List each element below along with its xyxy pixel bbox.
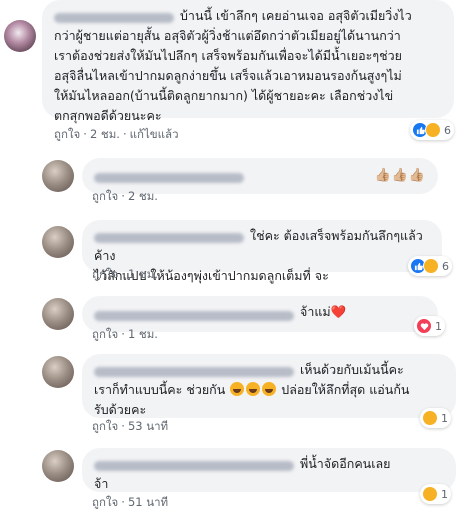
reaction-summary[interactable]: 6 [408,256,452,276]
avatar[interactable] [42,226,74,258]
reaction-summary[interactable]: 1 [420,408,451,428]
reaction-count: 1 [441,487,448,501]
comment-text: บ้านนี้ เข้าลึกๆ เคยอ่านเจอ อสุจิตัวเมีย… [54,8,412,123]
like-link[interactable]: ถูกใจ [92,267,118,281]
comment-actions: ถูกใจ · 2 ชม. [92,188,158,204]
reaction-summary[interactable]: 1 [420,484,451,504]
like-link[interactable]: ถูกใจ [92,495,118,509]
comment-actions: ถูกใจ · 1 ชม. [92,326,158,342]
comment-bubble: เห็นด้วยกับเม้นนี้คะ เราก็ทำแบบนี้คะ ช่ว… [82,354,456,418]
wow-reaction-icon [425,122,441,138]
comment-actions: ถูกใจ · 51 นาที [92,494,168,510]
author-name[interactable] [94,232,244,243]
avatar[interactable] [42,450,74,482]
comment-text: 👍🏼👍🏼👍🏼 [374,168,426,183]
timestamp[interactable]: 53 นาที [128,419,168,433]
separator: · [121,267,125,281]
author-name[interactable] [54,12,174,23]
timestamp[interactable]: 1 ชม. [128,327,158,341]
love-reaction-icon [416,318,432,334]
haha-reaction-icon [422,410,438,426]
comment-thread: บ้านนี้ เข้าลึกๆ เคยอ่านเจอ อสุจิตัวเมีย… [0,0,469,511]
author-name[interactable] [94,460,294,471]
laughing-emoji-icon [230,382,245,396]
reaction-count: 6 [444,123,451,137]
timestamp[interactable]: 1 ชม. [128,267,158,281]
like-link[interactable]: ถูกใจ [92,327,118,341]
wow-reaction-icon [423,258,439,274]
comment-text-line1: เห็นด้วยกับเม้นนี้คะ [300,362,404,377]
comment-text-line4: รับด้วยคะ [94,402,147,417]
comment-bubble: บ้านนี้ เข้าลึกๆ เคยอ่านเจอ อสุจิตัวเมีย… [42,0,454,123]
comment-bubble: ใช่คะ ต้องเสร็จพร้อมกันลึกๆแล้วค้าง ไว้ส… [82,220,442,283]
comment-text-line2: จ้า [94,476,109,491]
reaction-summary[interactable]: 1 [414,316,445,336]
separator: · [121,327,125,341]
comment-actions: ถูกใจ · 1 ชม. [92,266,158,282]
author-name[interactable] [94,172,244,183]
laughing-emoji-icon [246,382,261,396]
reaction-count: 1 [435,319,442,333]
reaction-count: 1 [441,411,448,425]
separator: · [83,127,87,141]
timestamp[interactable]: 2 ชม. [90,127,120,141]
separator: · [121,495,125,509]
avatar[interactable] [42,356,74,388]
timestamp[interactable]: 51 นาที [128,495,168,509]
comment-text-line1: พี่น้ำจัดอีกคนเลย [300,456,391,471]
comment-actions: ถูกใจ · 2 ชม. · แก้ไขแล้ว [54,126,179,142]
separator: · [121,189,125,203]
separator: · [121,419,125,433]
avatar[interactable] [42,298,74,330]
reaction-summary[interactable]: 6 [410,120,454,140]
edited-label[interactable]: แก้ไขแล้ว [130,127,179,141]
comment-text-line3: ปล่อยให้ลึกที่สุด แอ่นก้น [281,382,410,397]
haha-reaction-icon [422,486,438,502]
author-name[interactable] [94,310,294,321]
like-link[interactable]: ถูกใจ [92,419,118,433]
comment-actions: ถูกใจ · 53 นาที [92,418,168,434]
like-link[interactable]: ถูกใจ [92,189,118,203]
comment-text: จ้าแม่❤️ [300,304,347,319]
reaction-count: 6 [442,259,449,273]
timestamp[interactable]: 2 ชม. [128,189,158,203]
avatar[interactable] [4,20,36,52]
separator: · [122,127,127,141]
author-name[interactable] [94,366,294,377]
laughing-emoji-icon [262,382,277,396]
like-link[interactable]: ถูกใจ [54,127,80,141]
avatar[interactable] [42,160,74,192]
comment-bubble: พี่น้ำจัดอีกคนเลย จ้า [82,448,456,492]
comment-text-line2: เราก็ทำแบบนี้คะ ช่วยกัน [94,382,226,397]
